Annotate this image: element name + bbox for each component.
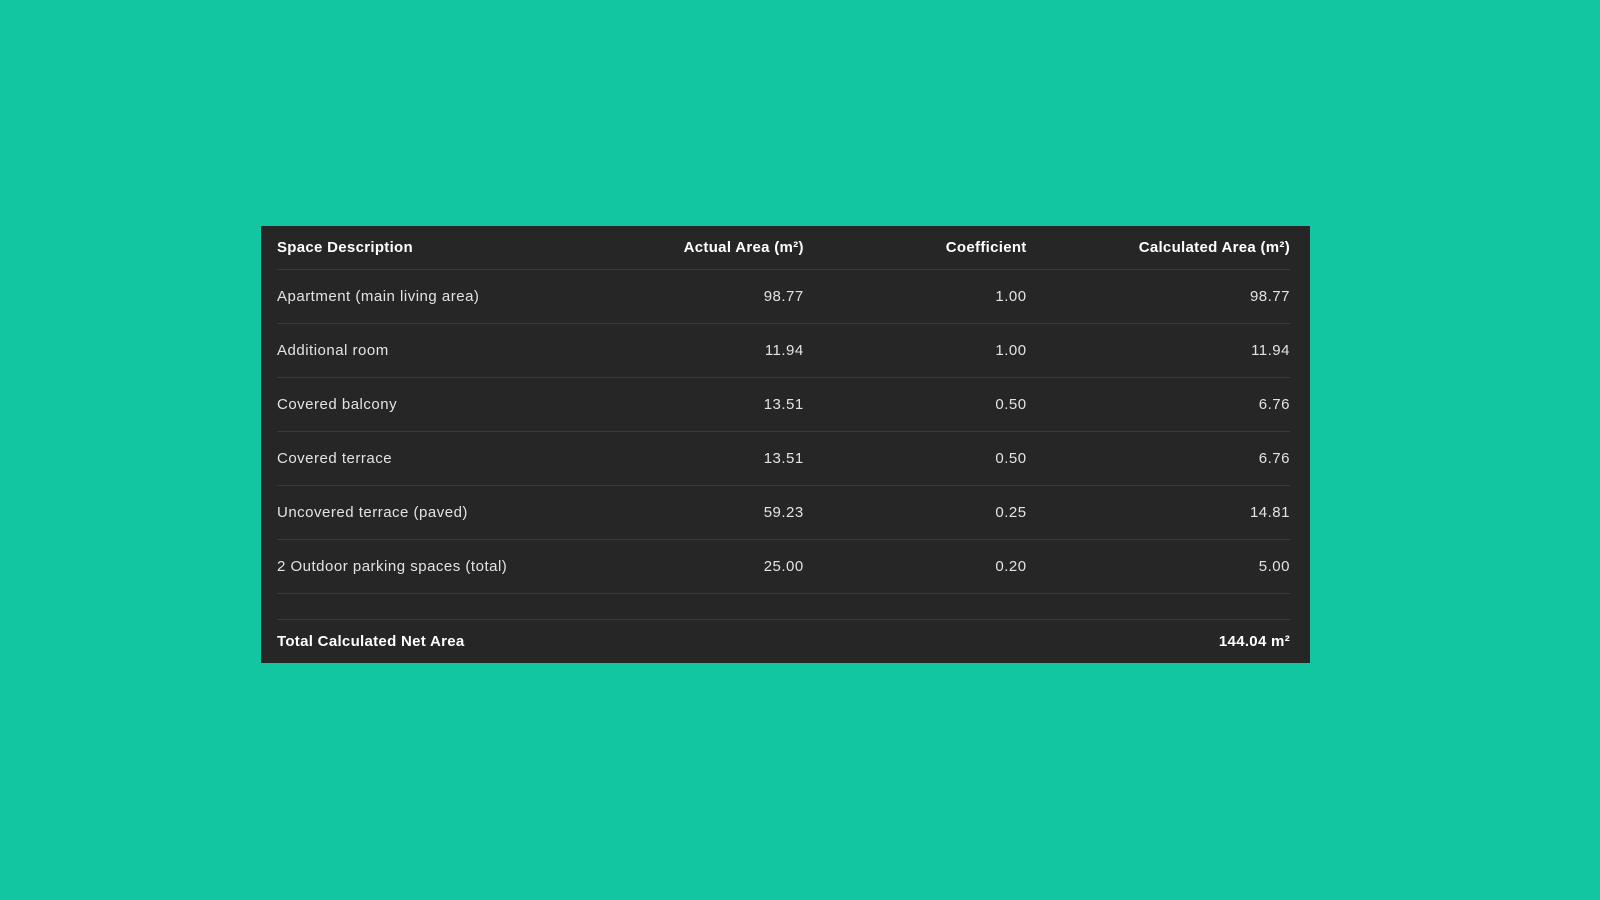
- cell-actual-area: 59.23: [601, 504, 804, 521]
- table-row: Uncovered terrace (paved) 59.23 0.25 14.…: [277, 486, 1290, 540]
- column-header-space-description: Space Description: [277, 239, 601, 256]
- cell-calculated-area: 14.81: [1027, 504, 1290, 521]
- cell-actual-area: 13.51: [601, 396, 804, 413]
- cell-space-description: Covered terrace: [277, 450, 601, 467]
- cell-actual-area: 25.00: [601, 558, 804, 575]
- total-value: 144.04 m²: [601, 633, 1290, 650]
- total-row: Total Calculated Net Area 144.04 m²: [277, 620, 1290, 663]
- cell-calculated-area: 6.76: [1027, 450, 1290, 467]
- cell-calculated-area: 6.76: [1027, 396, 1290, 413]
- column-header-coefficient: Coefficient: [804, 239, 1027, 256]
- cell-space-description: Uncovered terrace (paved): [277, 504, 601, 521]
- cell-coefficient: 0.25: [804, 504, 1027, 521]
- cell-actual-area: 11.94: [601, 342, 804, 359]
- cell-coefficient: 1.00: [804, 288, 1027, 305]
- cell-actual-area: 13.51: [601, 450, 804, 467]
- cell-coefficient: 0.50: [804, 396, 1027, 413]
- table-header-row: Space Description Actual Area (m²) Coeff…: [277, 226, 1290, 270]
- column-header-actual-area: Actual Area (m²): [601, 239, 804, 256]
- cell-space-description: Covered balcony: [277, 396, 601, 413]
- spacer-row: [277, 594, 1290, 620]
- cell-calculated-area: 5.00: [1027, 558, 1290, 575]
- cell-calculated-area: 11.94: [1027, 342, 1290, 359]
- table-row: Covered balcony 13.51 0.50 6.76: [277, 378, 1290, 432]
- column-header-calculated-area: Calculated Area (m²): [1027, 239, 1290, 256]
- table-row: Additional room 11.94 1.00 11.94: [277, 324, 1290, 378]
- table-row: Covered terrace 13.51 0.50 6.76: [277, 432, 1290, 486]
- area-calculation-table: Space Description Actual Area (m²) Coeff…: [261, 226, 1310, 663]
- table-row: Apartment (main living area) 98.77 1.00 …: [277, 270, 1290, 324]
- cell-coefficient: 1.00: [804, 342, 1027, 359]
- cell-coefficient: 0.50: [804, 450, 1027, 467]
- cell-coefficient: 0.20: [804, 558, 1027, 575]
- cell-space-description: Apartment (main living area): [277, 288, 601, 305]
- total-label: Total Calculated Net Area: [277, 633, 601, 650]
- cell-calculated-area: 98.77: [1027, 288, 1290, 305]
- cell-space-description: 2 Outdoor parking spaces (total): [277, 558, 601, 575]
- table-row: 2 Outdoor parking spaces (total) 25.00 0…: [277, 540, 1290, 594]
- cell-actual-area: 98.77: [601, 288, 804, 305]
- cell-space-description: Additional room: [277, 342, 601, 359]
